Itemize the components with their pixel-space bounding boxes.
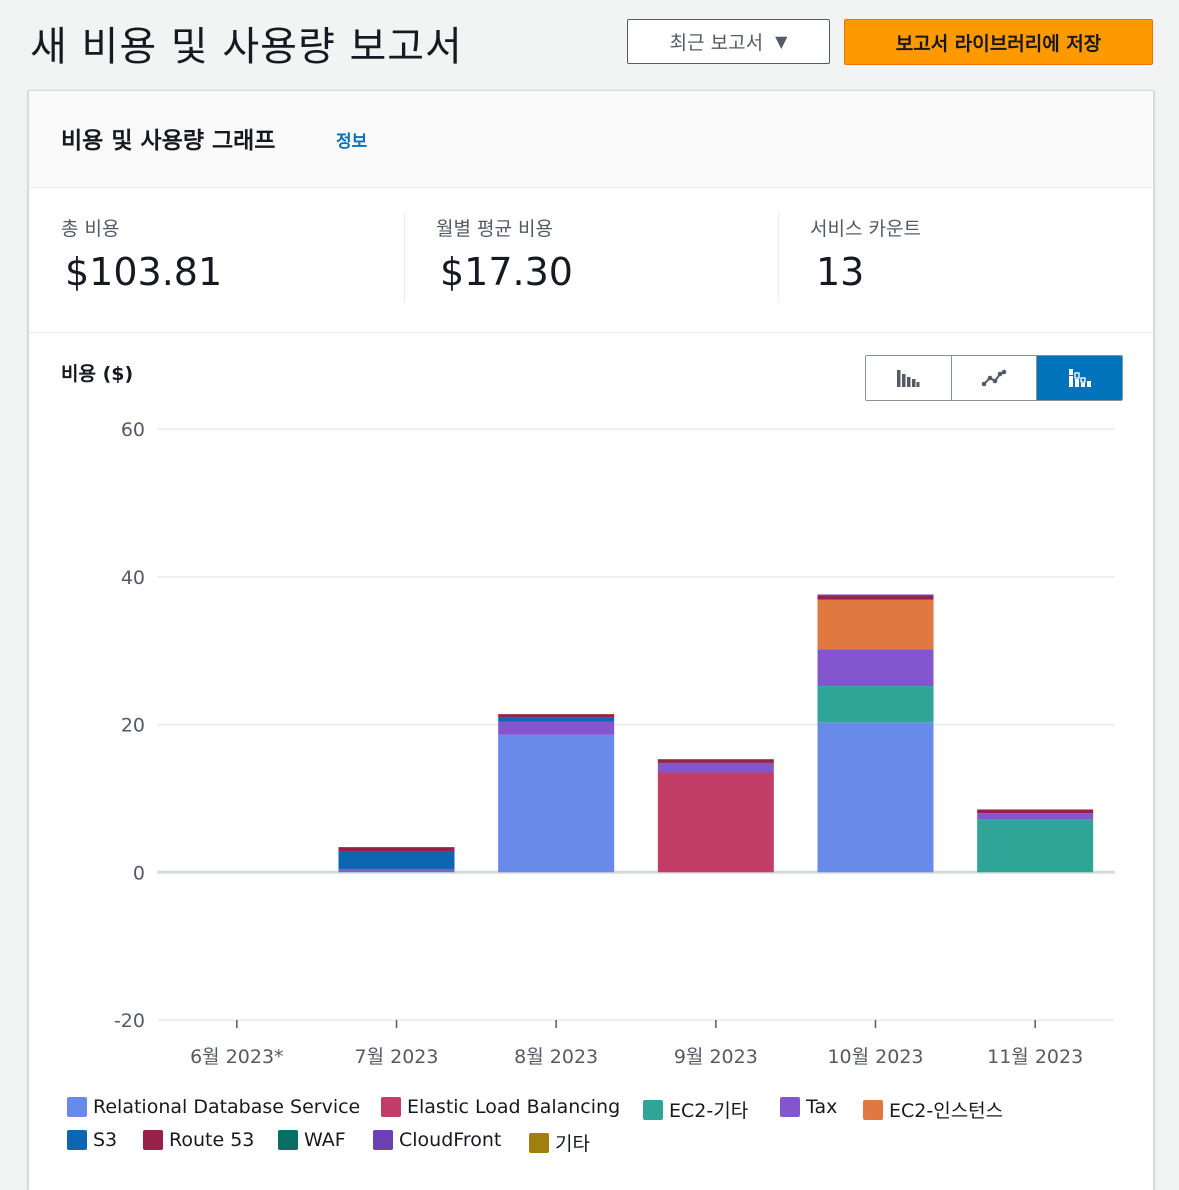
chart-legend: Relational Database Service Elastic Load … (67, 1096, 1067, 1162)
recent-reports-label: 최근 보고서 (669, 32, 764, 54)
cost-usage-panel: 비용 및 사용량 그래프 정보 총 비용 $103.81 월별 평균 비용 $1… (28, 90, 1154, 1190)
legend-swatch (67, 1097, 87, 1117)
legend-swatch (373, 1130, 393, 1150)
legend-item[interactable]: Relational Database Service (67, 1096, 360, 1118)
y-tick-label: 60 (121, 419, 145, 441)
caret-down-icon: ▼ (775, 32, 788, 51)
legend-label: EC2-기타 (669, 1100, 749, 1122)
y-tick-label: 20 (121, 715, 145, 737)
legend-label: WAF (304, 1129, 346, 1151)
legend-label: Route 53 (169, 1129, 255, 1151)
legend-label: CloudFront (399, 1129, 502, 1151)
legend-swatch (278, 1130, 298, 1150)
y-tick-label: -20 (114, 1010, 145, 1032)
bar-segment (498, 721, 615, 735)
legend-label: Tax (806, 1096, 838, 1118)
legend-item[interactable]: WAF (278, 1129, 346, 1151)
legend-swatch (780, 1097, 800, 1117)
bar-segment (657, 759, 774, 763)
legend-label: 기타 (555, 1133, 590, 1155)
bar-segment (338, 871, 455, 873)
legend-label: Elastic Load Balancing (407, 1096, 621, 1118)
bar-segment (817, 649, 934, 687)
legend-item[interactable]: EC2-인스턴스 (863, 1096, 1003, 1123)
bar-segment (817, 599, 934, 650)
bar-segment (338, 847, 455, 852)
x-tick-label: 10월 2023 (827, 1046, 923, 1068)
bar-segment (977, 813, 1094, 820)
legend-label: EC2-인스턴스 (889, 1100, 1004, 1122)
bar-segment (498, 717, 615, 722)
legend-label: Relational Database Service (93, 1096, 361, 1118)
bar-segment (977, 819, 1094, 873)
legend-swatch (67, 1130, 87, 1150)
bar-segment (498, 714, 615, 718)
x-tick-label: 6월 2023* (190, 1046, 283, 1068)
x-tick-label: 9월 2023 (674, 1046, 758, 1068)
legend-swatch (143, 1130, 163, 1150)
x-tick-label: 11월 2023 (987, 1046, 1083, 1068)
legend-item[interactable]: Elastic Load Balancing (381, 1096, 620, 1118)
legend-swatch (529, 1132, 549, 1153)
legend-item[interactable]: EC2-기타 (643, 1096, 748, 1123)
bar-segment (817, 595, 934, 600)
legend-swatch (863, 1099, 883, 1120)
legend-row: S3 Route 53 WAF CloudFront 기타 (67, 1129, 1067, 1162)
legend-swatch (643, 1099, 663, 1120)
save-to-library-button[interactable]: 보고서 라이브러리에 저장 (844, 19, 1153, 65)
legend-item[interactable]: CloudFront (373, 1129, 501, 1151)
legend-item[interactable]: Tax (780, 1096, 837, 1118)
bar-segment (977, 809, 1094, 814)
y-tick-label: 40 (121, 567, 145, 589)
legend-label: S3 (93, 1129, 118, 1151)
legend-item[interactable]: Route 53 (143, 1129, 254, 1151)
bar-segment (657, 772, 774, 873)
page-title: 새 비용 및 사용량 보고서 (30, 24, 463, 70)
bar-segment (817, 722, 934, 873)
x-tick-label: 8월 2023 (514, 1046, 598, 1068)
recent-reports-dropdown[interactable]: 최근 보고서 ▼ (627, 19, 830, 64)
bar-segment (338, 851, 455, 870)
legend-row: Relational Database Service Elastic Load … (67, 1096, 1067, 1129)
legend-swatch (381, 1097, 401, 1117)
bar-segment (817, 686, 934, 723)
bar-segment (657, 762, 774, 773)
bar-segment (338, 869, 455, 872)
bar-segment (498, 734, 615, 873)
legend-item[interactable]: 기타 (529, 1129, 590, 1156)
bar-segment (817, 594, 934, 596)
cost-usage-chart: -20 0 20 40 60 6월 2023* 7월 2023 8월 2023 9월 2023 1… (114, 419, 1115, 1068)
x-tick-label: 7월 2023 (355, 1046, 439, 1068)
legend-item[interactable]: S3 (67, 1129, 117, 1151)
y-tick-label: 0 (133, 862, 145, 884)
